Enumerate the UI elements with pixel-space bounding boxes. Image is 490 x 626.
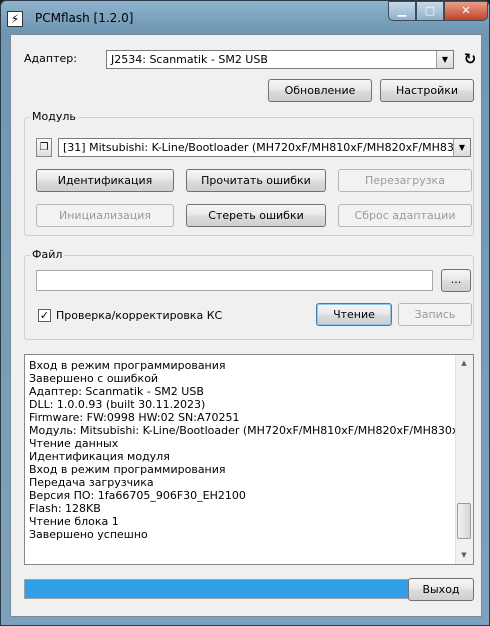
identify-button[interactable]: Идентификация <box>36 169 174 192</box>
reboot-button[interactable]: Перезагрузка <box>338 169 472 192</box>
maximize-button[interactable]: □ <box>416 1 444 21</box>
minimize-button[interactable]: ▁ <box>388 1 416 21</box>
read-button[interactable]: Чтение <box>316 303 392 326</box>
log-line: Завершено успешно <box>29 528 148 541</box>
log-line: Идентификация модуля <box>29 450 170 463</box>
module-select[interactable]: [31] Mitsubishi: K-Line/Bootloader (MH72… <box>58 138 471 157</box>
write-button[interactable]: Запись <box>398 303 472 326</box>
log-line: Адаптер: Scanmatik - SM2 USB <box>29 385 204 398</box>
checksum-label: Проверка/корректировка КС <box>56 309 223 322</box>
log-line: Вход в режим программирования <box>29 359 226 372</box>
log-line: DLL: 1.0.0.93 (built 30.11.2023) <box>29 398 206 411</box>
app-window: ⚡ PCMflash [1.2.0] ▁ □ ✕ Адаптер: J2534:… <box>0 0 490 626</box>
file-group <box>24 255 474 340</box>
log-output[interactable]: Вход в режим программирования Завершено … <box>24 354 474 565</box>
refresh-icon[interactable]: ↻ <box>461 50 479 69</box>
window-list-icon[interactable]: ❐ <box>36 138 52 157</box>
log-lines: Вход в режим программирования Завершено … <box>29 359 469 541</box>
progress-fill <box>25 580 411 598</box>
exit-button[interactable]: Выход <box>408 578 474 601</box>
log-line: Модуль: Mitsubishi: K-Line/Bootloader (M… <box>29 424 469 437</box>
settings-button[interactable]: Настройки <box>380 79 474 102</box>
adapter-select-value: J2534: Scanmatik - SM2 USB <box>111 53 268 66</box>
log-line: Firmware: FW:0998 HW:02 SN:A70251 <box>29 411 240 424</box>
file-group-title: Файл <box>30 248 65 261</box>
chevron-down-icon[interactable]: ▼ <box>436 51 453 68</box>
chevron-down-icon[interactable]: ▼ <box>453 139 470 156</box>
adapter-label: Адаптер: <box>24 52 77 65</box>
update-button[interactable]: Обновление <box>268 79 372 102</box>
module-select-value: [31] Mitsubishi: K-Line/Bootloader (MH72… <box>63 141 471 154</box>
log-line: Вход в режим программирования <box>29 463 226 476</box>
reset-adaptation-button[interactable]: Сброс адаптации <box>338 204 472 227</box>
close-button[interactable]: ✕ <box>444 1 488 21</box>
progress-bar <box>24 579 412 599</box>
file-path-input[interactable] <box>36 270 433 291</box>
lightning-icon: ⚡ <box>7 11 23 27</box>
log-line: Чтение данных <box>29 437 119 450</box>
read-errors-button[interactable]: Прочитать ошибки <box>186 169 326 192</box>
scroll-down-icon[interactable]: ▼ <box>456 547 472 564</box>
log-line: Flash: 128KB <box>29 502 101 515</box>
module-group-title: Модуль <box>30 110 78 123</box>
log-scrollbar[interactable]: ▲ ▼ <box>455 355 473 564</box>
checksum-checkbox[interactable]: ✓ <box>38 309 51 322</box>
clear-errors-button[interactable]: Стереть ошибки <box>186 204 326 227</box>
scroll-up-icon[interactable]: ▲ <box>456 355 472 372</box>
log-line: Передача загрузчика <box>29 476 154 489</box>
log-line: Завершено с ошибкой <box>29 372 159 385</box>
window-title: PCMflash [1.2.0] <box>35 11 134 25</box>
scroll-thumb[interactable] <box>457 503 471 539</box>
browse-button[interactable]: ... <box>441 269 471 292</box>
log-line: Версия ПО: 1fa66705_906F30_EH2100 <box>29 489 246 502</box>
initialize-button[interactable]: Инициализация <box>36 204 174 227</box>
adapter-select[interactable]: J2534: Scanmatik - SM2 USB ▼ <box>106 50 454 69</box>
title-bar[interactable]: ⚡ PCMflash [1.2.0] ▁ □ ✕ <box>1 1 489 33</box>
main-panel: Адаптер: J2534: Scanmatik - SM2 USB ▼ ↻ … <box>10 34 482 617</box>
log-line: Чтение блока 1 <box>29 515 119 528</box>
